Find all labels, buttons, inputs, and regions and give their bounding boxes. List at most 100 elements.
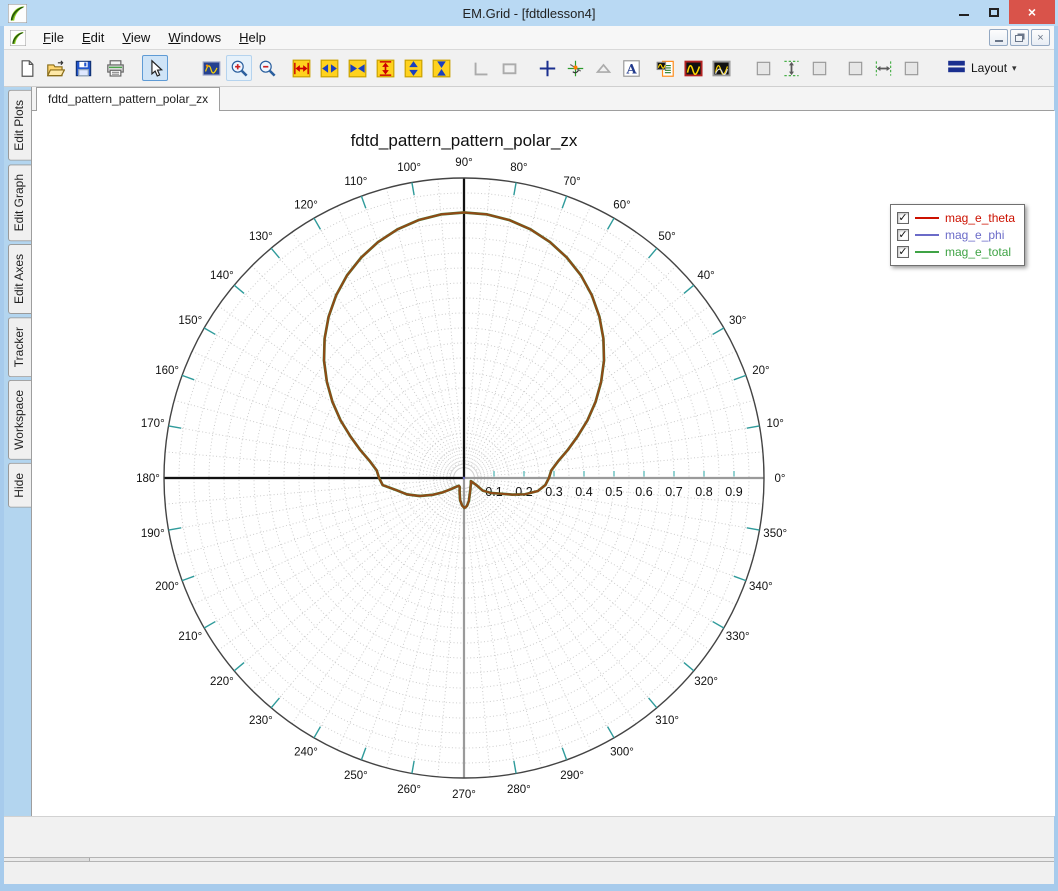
svg-text:310°: 310° (655, 715, 679, 727)
svg-text:0.3: 0.3 (545, 485, 562, 499)
zoom-out-icon[interactable] (254, 55, 280, 81)
svg-text:70°: 70° (563, 176, 580, 188)
svg-text:160°: 160° (155, 365, 179, 377)
h-collapse-icon[interactable] (344, 55, 370, 81)
splitter-handle[interactable] (30, 858, 90, 861)
toolbar: A Layout ▾ (4, 50, 1054, 87)
h-arrows-icon[interactable] (316, 55, 342, 81)
sidebar-tab-edit-graph[interactable]: Edit Graph (8, 163, 31, 242)
svg-text:130°: 130° (249, 231, 273, 243)
svg-text:220°: 220° (210, 676, 234, 688)
zoom-region-icon[interactable] (198, 55, 224, 81)
rect-select-icon (496, 55, 522, 81)
sidebar-tab-edit-plots[interactable]: Edit Plots (8, 90, 31, 161)
svg-text:170°: 170° (141, 418, 165, 430)
caliper-triangle-icon (590, 55, 616, 81)
svg-text:60°: 60° (613, 199, 630, 211)
new-file-icon[interactable] (14, 55, 40, 81)
menu-item-view[interactable]: View (113, 27, 159, 48)
legend-checkbox[interactable]: ✓ (897, 211, 909, 224)
placeholder-box-icon (898, 55, 924, 81)
mdi-restore-icon[interactable] (1010, 29, 1029, 46)
layout-dropdown[interactable]: Layout ▾ (938, 53, 1026, 83)
svg-text:30°: 30° (729, 315, 746, 327)
svg-text:290°: 290° (560, 770, 584, 782)
menu-item-file[interactable]: File (34, 27, 73, 48)
v-expand-icon[interactable] (372, 55, 398, 81)
legend-checkbox[interactable]: ✓ (897, 228, 909, 241)
svg-text:110°: 110° (344, 176, 367, 188)
plot-dark-multi-icon[interactable] (708, 55, 734, 81)
open-file-icon[interactable] (42, 55, 68, 81)
svg-text:120°: 120° (294, 199, 318, 211)
document-tab[interactable]: fdtd_pattern_pattern_polar_zx (36, 87, 221, 111)
legend-item: ✓ mag_e_total (897, 243, 1015, 260)
print-icon[interactable] (102, 55, 128, 81)
svg-text:270°: 270° (452, 789, 476, 801)
zoom-in-icon[interactable] (226, 55, 252, 81)
legend-item: ✓ mag_e_theta (897, 209, 1015, 226)
minimize-icon[interactable] (949, 0, 979, 24)
svg-text:250°: 250° (344, 770, 368, 782)
svg-text:260°: 260° (397, 784, 421, 796)
menu-bar: File Edit View Windows Help × (4, 26, 1054, 50)
legend-label: mag_e_theta (945, 210, 1016, 225)
svg-text:80°: 80° (510, 162, 527, 174)
pointer-icon[interactable] (142, 55, 168, 81)
legend-line-swatch (915, 216, 939, 219)
svg-text:0.9: 0.9 (725, 485, 742, 499)
tracker-icon[interactable] (562, 55, 588, 81)
svg-text:190°: 190° (141, 528, 165, 540)
svg-text:350°: 350° (763, 528, 787, 540)
svg-text:0.6: 0.6 (635, 485, 652, 499)
v-arrows-icon[interactable] (400, 55, 426, 81)
title-bar: EM.Grid - [fdtdlesson4] × (0, 0, 1058, 26)
h-expand-icon[interactable] (288, 55, 314, 81)
crosshair-icon[interactable] (534, 55, 560, 81)
svg-text:50°: 50° (658, 231, 675, 243)
h-fit-icon[interactable] (870, 55, 896, 81)
svg-text:240°: 240° (294, 747, 318, 759)
svg-text:40°: 40° (697, 270, 714, 282)
corner-axes-icon (468, 55, 494, 81)
svg-text:140°: 140° (210, 270, 234, 282)
placeholder-box-icon (750, 55, 776, 81)
svg-text:0.5: 0.5 (605, 485, 622, 499)
chart-title: fdtd_pattern_pattern_polar_zx (350, 131, 578, 150)
text-label-icon[interactable]: A (618, 55, 644, 81)
svg-text:10°: 10° (767, 418, 784, 430)
plot-dark-single-icon[interactable] (680, 55, 706, 81)
layout-label: Layout (971, 61, 1008, 75)
v-collapse-icon[interactable] (428, 55, 454, 81)
svg-text:280°: 280° (507, 784, 531, 796)
menu-item-help[interactable]: Help (230, 27, 275, 48)
plot-report-icon[interactable] (652, 55, 678, 81)
menu-item-edit[interactable]: Edit (73, 27, 113, 48)
save-file-icon[interactable] (70, 55, 96, 81)
svg-text:180°: 180° (136, 473, 160, 485)
sidebar-tab-edit-axes[interactable]: Edit Axes (8, 244, 31, 315)
svg-text:200°: 200° (155, 581, 179, 593)
mdi-close-icon[interactable]: × (1031, 29, 1050, 46)
sidebar-tab-hide[interactable]: Hide (8, 463, 31, 508)
maximize-icon[interactable] (979, 0, 1009, 24)
sidebar-tab-workspace[interactable]: Workspace (8, 380, 31, 461)
legend-checkbox[interactable]: ✓ (897, 245, 909, 258)
polar-chart[interactable]: 0.1 0.2 0.3 0.4 0.5 0.6 0.7 0.8 0.9 0° 10° 20° 30° 40… (32, 111, 1055, 816)
mdi-minimize-icon[interactable] (989, 29, 1008, 46)
close-icon[interactable]: × (1009, 0, 1055, 24)
v-fit-icon[interactable] (778, 55, 804, 81)
legend-label: mag_e_total (945, 244, 1012, 259)
svg-text:0°: 0° (775, 473, 786, 485)
svg-text:320°: 320° (694, 676, 718, 688)
placeholder-box-icon (806, 55, 832, 81)
svg-text:330°: 330° (726, 631, 750, 643)
svg-text:150°: 150° (178, 315, 202, 327)
sidebar-tab-tracker[interactable]: Tracker (8, 317, 31, 378)
svg-text:100°: 100° (397, 162, 421, 174)
readout-panel: X-CursorY-CursorV-CaliperH-Cal (dX)H-Cal… (4, 816, 1054, 857)
svg-text:0.8: 0.8 (695, 485, 712, 499)
svg-text:0.4: 0.4 (575, 485, 592, 499)
menu-item-windows[interactable]: Windows (159, 27, 230, 48)
svg-text:0.7: 0.7 (665, 485, 682, 499)
